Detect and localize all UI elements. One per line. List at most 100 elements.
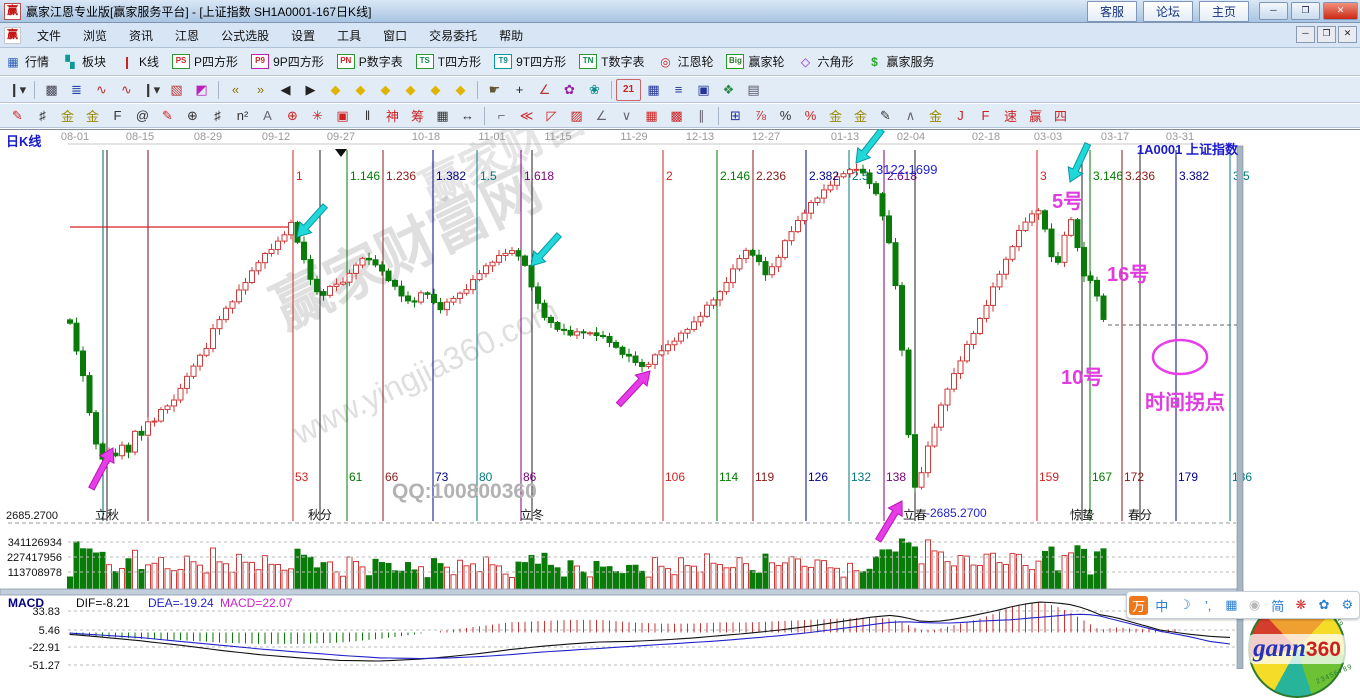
toolbar-item-t-number-table[interactable]: TNT数字表: [579, 53, 644, 70]
spiral-tool[interactable]: @: [130, 105, 155, 127]
toolbar-item-t-square[interactable]: TST四方形: [416, 53, 481, 70]
quote-list-icon[interactable]: ≣: [64, 79, 89, 101]
gold-line-tool[interactable]: 金: [848, 105, 873, 127]
box-tool[interactable]: ⌐: [489, 105, 514, 127]
angle-a-tool[interactable]: A: [255, 105, 280, 127]
square-target-tool[interactable]: ▣: [330, 105, 355, 127]
pen-tool[interactable]: ✎: [5, 105, 30, 127]
service-button[interactable]: 客服: [1087, 1, 1137, 22]
menu-settings[interactable]: 设置: [280, 24, 326, 47]
gold-section-1[interactable]: 金: [55, 105, 80, 127]
ime-skin-icon[interactable]: ❋: [1291, 596, 1310, 615]
pen-tool-2[interactable]: ✎: [155, 105, 180, 127]
trend2-icon[interactable]: ∿: [114, 79, 139, 101]
menu-news[interactable]: 资讯: [118, 24, 164, 47]
f-angle-tool[interactable]: F: [973, 105, 998, 127]
mdi-close-button[interactable]: ✕: [1338, 26, 1357, 43]
box-grid-tool[interactable]: ▦: [430, 105, 455, 127]
fraction-tool[interactable]: ⅞: [748, 105, 773, 127]
diagonal-lines-tool[interactable]: ∥: [689, 105, 714, 127]
menu-browse[interactable]: 浏览: [72, 24, 118, 47]
star-tool[interactable]: ✳: [305, 105, 330, 127]
home-button[interactable]: 主页: [1199, 1, 1249, 22]
print-icon[interactable]: ▤: [741, 79, 766, 101]
toolbar-item-winner-wheel[interactable]: Big赢家轮: [726, 53, 784, 70]
notebook-icon[interactable]: ≡: [666, 79, 691, 101]
vee-line-tool[interactable]: ∨: [614, 105, 639, 127]
minimize-button[interactable]: ─: [1259, 2, 1288, 20]
restore-button[interactable]: ❐: [1291, 2, 1320, 20]
shen-tool[interactable]: 神: [380, 105, 405, 127]
pane-splitter[interactable]: [0, 589, 1243, 595]
win-angle-tool[interactable]: 赢: [1023, 105, 1048, 127]
zoom-expand-icon[interactable]: ◆: [373, 79, 398, 101]
colored-chart-icon[interactable]: ◩: [189, 79, 214, 101]
menu-tools[interactable]: 工具: [326, 24, 372, 47]
speed-angle-tool[interactable]: 速: [998, 105, 1023, 127]
menu-formula-stockpick[interactable]: 公式选股: [210, 24, 280, 47]
forum-button[interactable]: 论坛: [1143, 1, 1193, 22]
grid-tool-2[interactable]: ♯: [205, 105, 230, 127]
gold-circle-tool[interactable]: 金: [823, 105, 848, 127]
export-icon[interactable]: ❖: [716, 79, 741, 101]
fib-tool[interactable]: F: [105, 105, 130, 127]
cycle-shape-icon[interactable]: ❀: [582, 79, 607, 101]
parallel-tool[interactable]: ‖: [355, 105, 380, 127]
ime-chinese-icon[interactable]: 中: [1152, 596, 1171, 615]
ime-settings-icon[interactable]: ⚙: [1338, 596, 1357, 615]
angle-line-tool[interactable]: ∠: [589, 105, 614, 127]
first-bar-icon[interactable]: «: [223, 79, 248, 101]
toolbar-item-kline[interactable]: ❙K线: [119, 53, 159, 70]
mdi-minimize-button[interactable]: ─: [1296, 26, 1315, 43]
next-bar-icon[interactable]: ▶: [298, 79, 323, 101]
prev-bar-icon[interactable]: ◀: [273, 79, 298, 101]
toolbar-item-p-square[interactable]: PSP四方形: [172, 53, 238, 70]
grid-tool[interactable]: ♯: [30, 105, 55, 127]
calculator-icon[interactable]: ▦: [641, 79, 666, 101]
last-bar-icon[interactable]: »: [248, 79, 273, 101]
toolbar-item-sectors[interactable]: ▚板块: [62, 53, 106, 70]
width-tool[interactable]: ↔: [455, 105, 480, 127]
gold-angle-tool[interactable]: 金: [923, 105, 948, 127]
percent-red-tool[interactable]: %: [798, 105, 823, 127]
circle-grid-tool[interactable]: ⊕: [180, 105, 205, 127]
combo-tool[interactable]: ⊞: [723, 105, 748, 127]
ime-simplified-icon[interactable]: 简: [1268, 596, 1287, 615]
candle-style-dropdown[interactable]: ❙▾: [5, 79, 30, 101]
gann-grid-icon[interactable]: ▧: [164, 79, 189, 101]
hand-icon[interactable]: ☛: [482, 79, 507, 101]
zoom-out-icon[interactable]: ◆: [423, 79, 448, 101]
save-icon[interactable]: ▣: [691, 79, 716, 101]
toolbar-item-p-number-table[interactable]: PNP数字表: [337, 53, 403, 70]
toolbar-item-winner-service[interactable]: $赢家服务: [867, 53, 935, 70]
menu-help[interactable]: 帮助: [488, 24, 534, 47]
red-grid-2-tool[interactable]: ▩: [664, 105, 689, 127]
peak-tool[interactable]: ∧: [898, 105, 923, 127]
square-number-tool[interactable]: n²: [230, 105, 255, 127]
ime-toolbar[interactable]: 万中☽’,▦◉简❋✿⚙: [1126, 591, 1360, 619]
ime-user-icon[interactable]: ◉: [1245, 596, 1264, 615]
macd-indicator-label[interactable]: MACD: [8, 596, 44, 610]
mdi-restore-button[interactable]: ❐: [1317, 26, 1336, 43]
zoom-shrink-icon[interactable]: ◆: [398, 79, 423, 101]
gold-section-2[interactable]: 金: [80, 105, 105, 127]
close-button[interactable]: ✕: [1323, 2, 1358, 20]
red-grid-tool[interactable]: ▦: [639, 105, 664, 127]
gann-circle-tool[interactable]: ⊕: [280, 105, 305, 127]
chips-tool[interactable]: 筹: [405, 105, 430, 127]
menu-window[interactable]: 窗口: [372, 24, 418, 47]
toolbar-item-hexagon[interactable]: ◇六角形: [798, 53, 854, 70]
trend-icon[interactable]: ∿: [89, 79, 114, 101]
menu-trade[interactable]: 交易委托: [418, 24, 488, 47]
toolbar-item-9p-square[interactable]: P99P四方形: [251, 53, 324, 70]
ime-theme-icon[interactable]: ✿: [1315, 596, 1334, 615]
ime-halfwidth-icon[interactable]: ☽: [1175, 596, 1194, 615]
kline-chart[interactable]: 赢家财富网www.yingjia360.com赢家财富网08-0108-1508…: [0, 129, 1360, 669]
percent-tool[interactable]: %: [773, 105, 798, 127]
ime-keyboard-icon[interactable]: ▦: [1222, 596, 1241, 615]
menu-gann[interactable]: 江恩: [164, 24, 210, 47]
j-angle-tool[interactable]: J: [948, 105, 973, 127]
candle-width-dropdown[interactable]: ❙▾: [139, 79, 164, 101]
zoom-right-icon[interactable]: ◆: [348, 79, 373, 101]
menu-file[interactable]: 文件: [26, 24, 72, 47]
